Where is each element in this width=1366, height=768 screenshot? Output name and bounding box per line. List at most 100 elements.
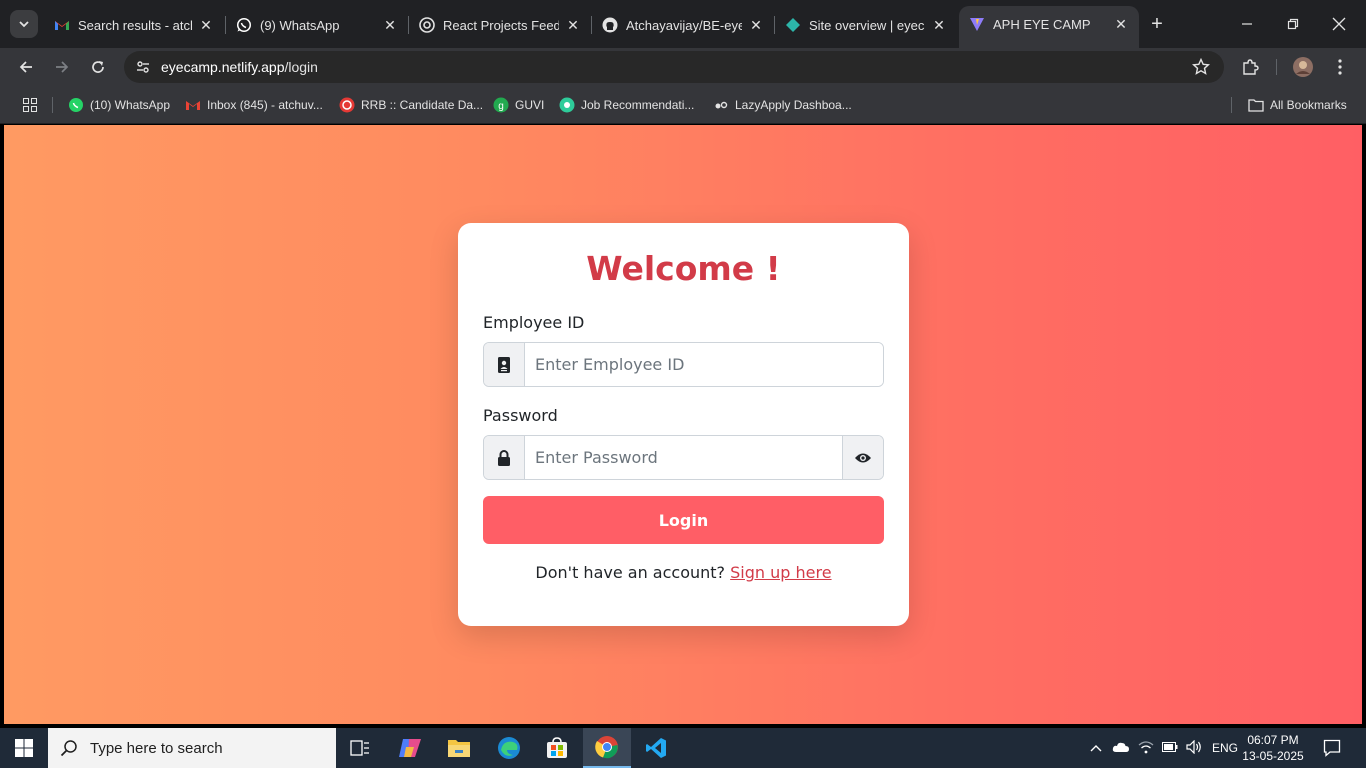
close-icon[interactable]: ✕ [748,17,764,33]
close-icon[interactable]: ✕ [565,17,581,33]
system-tray: ENG [1090,728,1238,768]
restore-icon [1287,18,1299,30]
close-icon[interactable]: ✕ [1113,16,1129,32]
bookmark-job-recommendation[interactable]: Job Recommendati... [559,95,694,115]
chrome-app[interactable] [583,728,631,768]
employee-id-input[interactable] [525,343,883,386]
id-card-icon [484,343,525,386]
url-text: eyecamp.netlify.app/login [161,59,318,75]
minimize-icon [1242,23,1252,25]
apps-grid-icon [22,97,38,113]
login-button[interactable]: Login [483,496,884,544]
svg-text:g: g [498,101,504,112]
notifications-button[interactable] [1312,728,1352,768]
rrb-icon [339,97,355,113]
restore-button[interactable] [1281,12,1305,36]
browser-menu-button[interactable] [1328,55,1352,79]
bookmark-separator [52,97,53,113]
bookmark-gmail-inbox[interactable]: Inbox (845) - atchuv... [185,95,323,115]
lazyapply-icon [713,97,729,113]
show-hidden-icons-button[interactable] [1090,741,1102,755]
volume-icon[interactable] [1186,739,1202,757]
task-view-button[interactable] [336,728,384,768]
all-bookmarks-button[interactable]: All Bookmarks [1248,95,1347,115]
onedrive-icon[interactable] [1112,741,1130,756]
bookmark-rrb[interactable]: RRB :: Candidate Da... [339,95,483,115]
close-icon [1332,17,1346,31]
start-button[interactable] [0,728,48,768]
store-icon [547,737,567,758]
tab-whatsapp[interactable]: (9) WhatsApp ✕ [226,8,408,42]
windows-taskbar: Type here to search ENG 06:07 PM 13-05-2… [0,728,1366,768]
address-bar[interactable]: eyecamp.netlify.app/login [124,51,1224,83]
whatsapp-icon [236,17,252,33]
page-viewport: Welcome ! Employee ID Password Login Don… [4,125,1362,724]
bookmark-star-icon[interactable] [1191,57,1211,81]
bookmark-guvi[interactable]: g GUVI [493,95,544,115]
tab-netlify[interactable]: Site overview | eyeca ✕ [775,8,957,42]
login-card: Welcome ! Employee ID Password Login Don… [458,223,909,626]
signup-link[interactable]: Sign up here [730,563,831,582]
notification-icon [1323,739,1341,757]
back-button[interactable] [14,55,38,79]
folder-icon [448,740,470,757]
whatsapp-icon [68,97,84,113]
windows-logo-icon [15,739,33,757]
more-vertical-icon [1338,59,1342,75]
chrome-icon [595,736,618,759]
extensions-button[interactable] [1238,55,1262,79]
github-icon [602,17,618,33]
microsoft-store-app[interactable] [533,728,581,768]
vscode-app[interactable] [632,728,680,768]
close-icon[interactable]: ✕ [382,17,398,33]
copilot-app[interactable] [386,728,434,768]
edge-icon [498,737,520,759]
vite-icon [969,16,985,32]
forward-button[interactable] [50,55,74,79]
apps-button[interactable] [22,95,44,115]
search-icon [60,739,80,757]
copilot-icon [399,739,421,757]
tab-chatgpt[interactable]: React Projects Feedb ✕ [409,8,591,42]
browser-tab-bar: Search results - atchu ✕ (9) WhatsApp ✕ … [0,0,1366,48]
bookmark-whatsapp[interactable]: (10) WhatsApp [68,95,170,115]
tab-github[interactable]: Atchayavijay/BE-eyec ✕ [592,8,774,42]
tab-search-button[interactable] [10,10,38,38]
minimize-button[interactable] [1235,12,1259,36]
arrow-left-icon [19,61,32,73]
eye-icon [855,453,871,462]
language-indicator[interactable]: ENG [1212,741,1238,755]
task-view-icon [350,740,369,756]
close-icon[interactable]: ✕ [198,17,214,33]
bookmark-lazyapply[interactable]: LazyApply Dashboa... [713,95,852,115]
show-password-toggle[interactable] [842,436,883,479]
browser-toolbar: eyecamp.netlify.app/login [0,48,1366,86]
gmail-icon [185,97,201,113]
welcome-title: Welcome ! [586,249,781,288]
gmail-icon [54,17,70,33]
reload-button[interactable] [86,55,110,79]
close-window-button[interactable] [1327,12,1351,36]
lock-icon [484,436,525,479]
battery-icon[interactable] [1162,741,1178,755]
reload-icon [92,61,104,73]
password-group [483,435,884,480]
taskbar-clock[interactable]: 06:07 PM 13-05-2025 [1242,732,1304,764]
close-icon[interactable]: ✕ [931,17,947,33]
tab-aph-eye-camp[interactable]: APH EYE CAMP ✕ [959,6,1139,48]
password-input[interactable] [525,436,842,479]
password-label: Password [483,406,558,425]
new-tab-button[interactable]: + [1146,13,1168,35]
puzzle-icon [1243,59,1259,75]
tab-gmail-search[interactable]: Search results - atchu ✕ [44,8,224,42]
taskbar-search-box[interactable]: Type here to search [48,728,336,768]
site-settings-icon[interactable] [134,58,152,76]
profile-avatar[interactable] [1291,55,1315,79]
employee-id-label: Employee ID [483,313,585,332]
edge-app[interactable] [485,728,533,768]
wifi-icon[interactable] [1138,740,1154,757]
netlify-icon [785,17,801,33]
file-explorer-app[interactable] [435,728,483,768]
job-icon [559,97,575,113]
vscode-icon [646,738,666,758]
